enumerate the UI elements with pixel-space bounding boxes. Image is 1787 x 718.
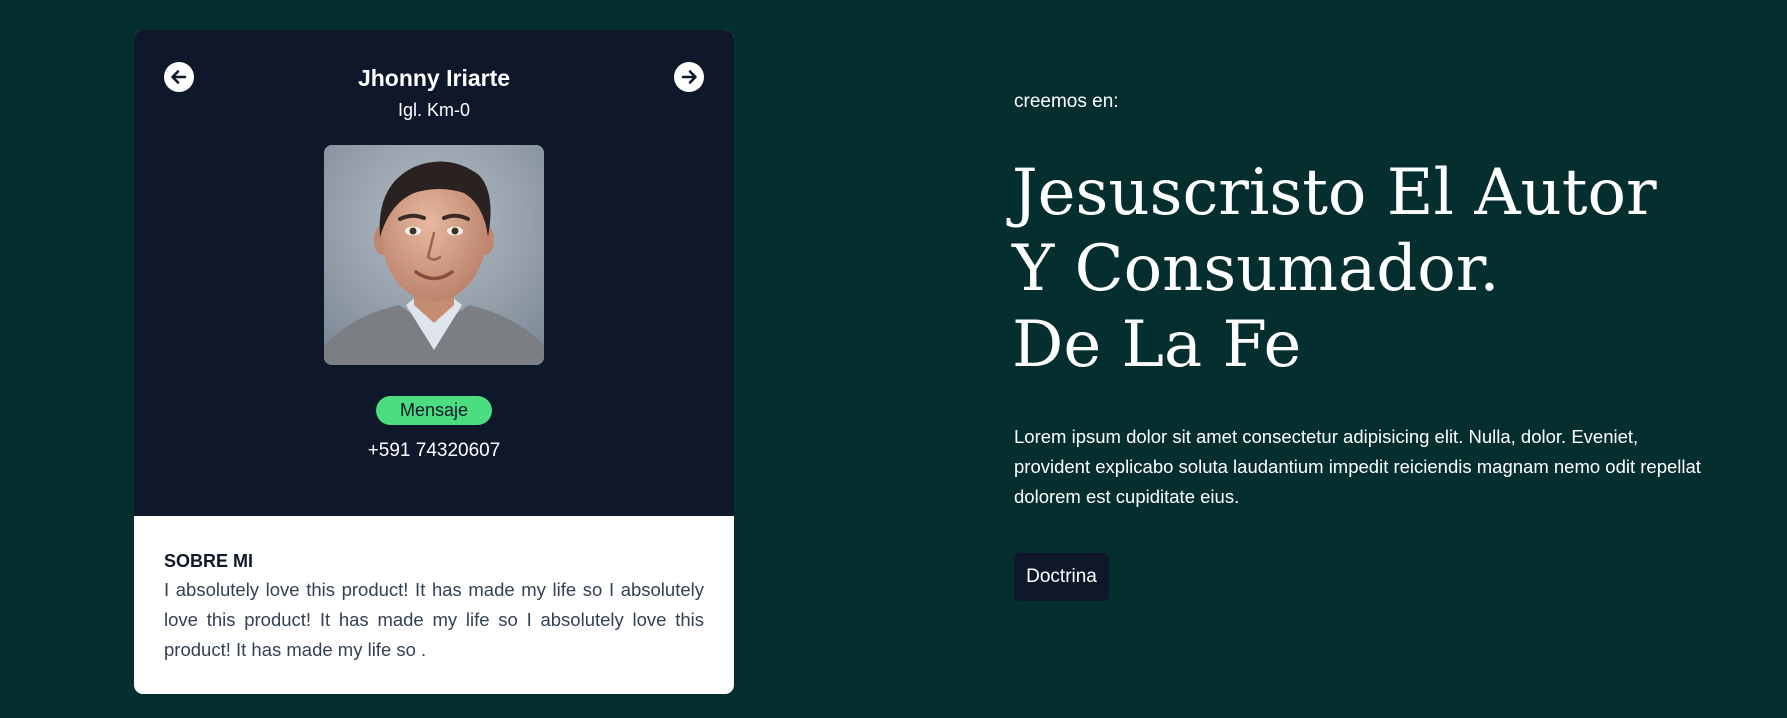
about-heading: SOBRE MI — [164, 551, 254, 571]
doctrina-button[interactable]: Doctrina — [1014, 553, 1109, 601]
message-button[interactable]: Mensaje — [376, 396, 492, 425]
hero-title-line: Jesuscristo El Autor — [1012, 156, 1657, 230]
hero-title: Jesuscristo El Autor Y Consumador. De La… — [1012, 155, 1752, 383]
arrow-right-icon — [681, 70, 697, 84]
hero-title-line: De La Fe — [1012, 308, 1302, 382]
profile-name: Jhonny Iriarte — [357, 65, 511, 91]
phone-number: +591 74320607 — [367, 440, 501, 461]
next-profile-button[interactable] — [674, 62, 704, 92]
hero-title-line: Y Consumador. — [1012, 232, 1500, 306]
profile-card-header: Jhonny Iriarte Igl. Km-0 Mensaje +591 74… — [134, 30, 734, 516]
hero-eyebrow: creemos en: — [1014, 91, 1119, 112]
profile-card: Jhonny Iriarte Igl. Km-0 Mensaje +591 74… — [134, 30, 734, 694]
about-text: I absolutely love this product! It has m… — [164, 579, 704, 660]
profile-church: Igl. Km-0 — [397, 100, 471, 120]
hero-body-text: Lorem ipsum dolor sit amet consectetur a… — [1014, 426, 1701, 507]
profile-photo — [324, 145, 544, 365]
